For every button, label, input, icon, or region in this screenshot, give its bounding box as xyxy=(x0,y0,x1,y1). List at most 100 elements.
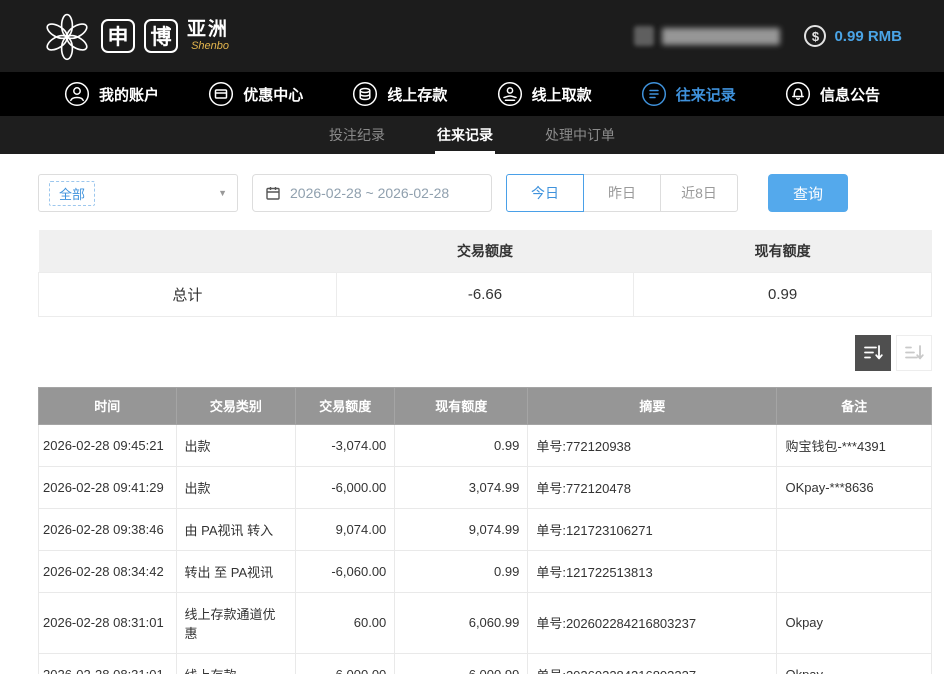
sort-descending-button[interactable] xyxy=(855,335,891,371)
avatar xyxy=(634,26,654,46)
tab-transaction-records[interactable]: 往来记录 xyxy=(435,116,495,154)
table-cell: 6,000.99 xyxy=(395,653,528,674)
nav-item-withdraw[interactable]: 线上取款 xyxy=(497,81,592,107)
brand-region-block: 亚洲 Shenbo xyxy=(187,20,229,53)
dollar-icon: $ xyxy=(804,25,826,47)
summary-total-row: 总计 -6.66 0.99 xyxy=(39,272,932,316)
table-row: 2026-02-28 08:31:01线上存款6,000.006,000.99单… xyxy=(39,653,932,674)
table-cell: 单号:202602284216803237 xyxy=(528,592,777,653)
summary-header-transaction: 交易额度 xyxy=(336,230,634,272)
table-row: 2026-02-28 08:31:01线上存款通道优惠60.006,060.99… xyxy=(39,592,932,653)
calendar-icon xyxy=(265,185,281,201)
table-cell: 2026-02-28 09:45:21 xyxy=(39,424,177,466)
brand-subtitle: Shenbo xyxy=(187,40,229,52)
sort-controls xyxy=(0,335,932,371)
table-cell: -6,060.00 xyxy=(296,550,395,592)
category-select[interactable]: 全部 ▼ xyxy=(38,174,238,212)
nav-label: 优惠中心 xyxy=(243,84,303,105)
table-cell: 9,074.00 xyxy=(296,508,395,550)
table-row: 2026-02-28 09:41:29出款-6,000.003,074.99单号… xyxy=(39,466,932,508)
transaction-records-page: 申 博 亚洲 Shenbo $ 0.99 RMB xyxy=(0,0,944,674)
table-cell: 单号:121722513813 xyxy=(528,550,777,592)
quick-date-group: 今日 昨日 近8日 xyxy=(506,174,738,212)
brand-char-bo: 博 xyxy=(144,19,178,53)
user-account-blurred xyxy=(634,26,780,46)
table-cell: 6,000.00 xyxy=(296,653,395,674)
nav-label: 信息公告 xyxy=(820,84,880,105)
header-time: 时间 xyxy=(39,387,177,424)
user-icon xyxy=(64,81,90,107)
table-cell: -3,074.00 xyxy=(296,424,395,466)
table-row: 2026-02-28 08:34:42转出 至 PA视讯-6,060.000.9… xyxy=(39,550,932,592)
flower-logo-icon xyxy=(42,11,92,61)
records-table: 时间 交易类别 交易额度 现有额度 摘要 备注 2026-02-28 09:45… xyxy=(38,387,932,674)
table-cell: 转出 至 PA视讯 xyxy=(176,550,296,592)
sub-tab-bar: 投注纪录 往来记录 处理中订单 xyxy=(0,116,944,154)
summary-transaction-total: -6.66 xyxy=(336,272,634,316)
table-cell: 60.00 xyxy=(296,592,395,653)
table-cell: 0.99 xyxy=(395,424,528,466)
header-right: $ 0.99 RMB xyxy=(634,25,902,47)
username-redacted xyxy=(662,28,780,45)
tab-betting-records[interactable]: 投注纪录 xyxy=(327,116,387,154)
tab-pending-orders[interactable]: 处理中订单 xyxy=(543,116,617,154)
table-cell: 单号:121723106271 xyxy=(528,508,777,550)
summary-section: 交易额度 现有额度 总计 -6.66 0.99 xyxy=(38,230,932,317)
table-cell: 3,074.99 xyxy=(395,466,528,508)
nav-item-announcements[interactable]: 信息公告 xyxy=(785,81,880,107)
table-cell xyxy=(777,508,932,550)
nav-item-my-account[interactable]: 我的账户 xyxy=(64,81,159,107)
table-cell: 由 PA视讯 转入 xyxy=(176,508,296,550)
nav-item-transaction-records[interactable]: 往来记录 xyxy=(641,81,736,107)
yesterday-button[interactable]: 昨日 xyxy=(583,174,661,212)
table-cell xyxy=(777,550,932,592)
records-list-icon xyxy=(641,81,667,107)
table-cell: 单号:202602284216803237 xyxy=(528,653,777,674)
chevron-down-icon: ▼ xyxy=(218,188,227,198)
balance-amount: 0.99 RMB xyxy=(834,28,902,45)
date-range-input[interactable]: 2026-02-28 ~ 2026-02-28 xyxy=(252,174,492,212)
table-cell: 2026-02-28 08:31:01 xyxy=(39,592,177,653)
header-amount: 交易额度 xyxy=(296,387,395,424)
nav-item-deposit[interactable]: 线上存款 xyxy=(352,81,447,107)
sort-ascending-button[interactable] xyxy=(896,335,932,371)
nav-label: 线上存款 xyxy=(387,84,447,105)
table-cell: Okpay xyxy=(777,653,932,674)
table-cell: 2026-02-28 08:31:01 xyxy=(39,653,177,674)
nav-item-promotions[interactable]: 优惠中心 xyxy=(208,81,303,107)
header-balance: 现有额度 xyxy=(395,387,528,424)
filter-bar: 全部 ▼ 2026-02-28 ~ 2026-02-28 今日 昨日 近8日 查… xyxy=(0,154,944,212)
search-button[interactable]: 查询 xyxy=(768,174,848,212)
table-row: 2026-02-28 09:38:46由 PA视讯 转入9,074.009,07… xyxy=(39,508,932,550)
summary-total-label: 总计 xyxy=(39,272,337,316)
header-note: 备注 xyxy=(777,387,932,424)
promo-card-icon xyxy=(208,81,234,107)
category-selected-value: 全部 xyxy=(49,181,95,206)
table-cell: 6,060.99 xyxy=(395,592,528,653)
today-button[interactable]: 今日 xyxy=(506,174,584,212)
brand-region-text: 亚洲 xyxy=(187,20,229,41)
table-row: 2026-02-28 09:45:21出款-3,074.000.99单号:772… xyxy=(39,424,932,466)
nav-label: 往来记录 xyxy=(676,84,736,105)
bell-icon xyxy=(785,81,811,107)
top-header: 申 博 亚洲 Shenbo $ 0.99 RMB xyxy=(0,0,944,72)
coin-hand-icon xyxy=(497,81,523,107)
table-cell: 单号:772120478 xyxy=(528,466,777,508)
table-cell: 出款 xyxy=(176,424,296,466)
main-navbar: 我的账户 优惠中心 线上存款 xyxy=(0,72,944,116)
table-cell: 购宝钱包-***4391 xyxy=(777,424,932,466)
balance-display: $ 0.99 RMB xyxy=(804,25,902,47)
table-cell: 2026-02-28 09:38:46 xyxy=(39,508,177,550)
table-cell: 0.99 xyxy=(395,550,528,592)
table-cell: OKpay-***8636 xyxy=(777,466,932,508)
last-8-days-button[interactable]: 近8日 xyxy=(660,174,738,212)
header-type: 交易类别 xyxy=(176,387,296,424)
table-cell: 线上存款 xyxy=(176,653,296,674)
brand-char-shen: 申 xyxy=(101,19,135,53)
table-cell: Okpay xyxy=(777,592,932,653)
table-cell: 单号:772120938 xyxy=(528,424,777,466)
nav-label: 线上取款 xyxy=(532,84,592,105)
summary-header-empty xyxy=(39,230,337,272)
summary-header-current: 现有额度 xyxy=(634,230,932,272)
records-section: 时间 交易类别 交易额度 现有额度 摘要 备注 2026-02-28 09:45… xyxy=(38,387,932,674)
